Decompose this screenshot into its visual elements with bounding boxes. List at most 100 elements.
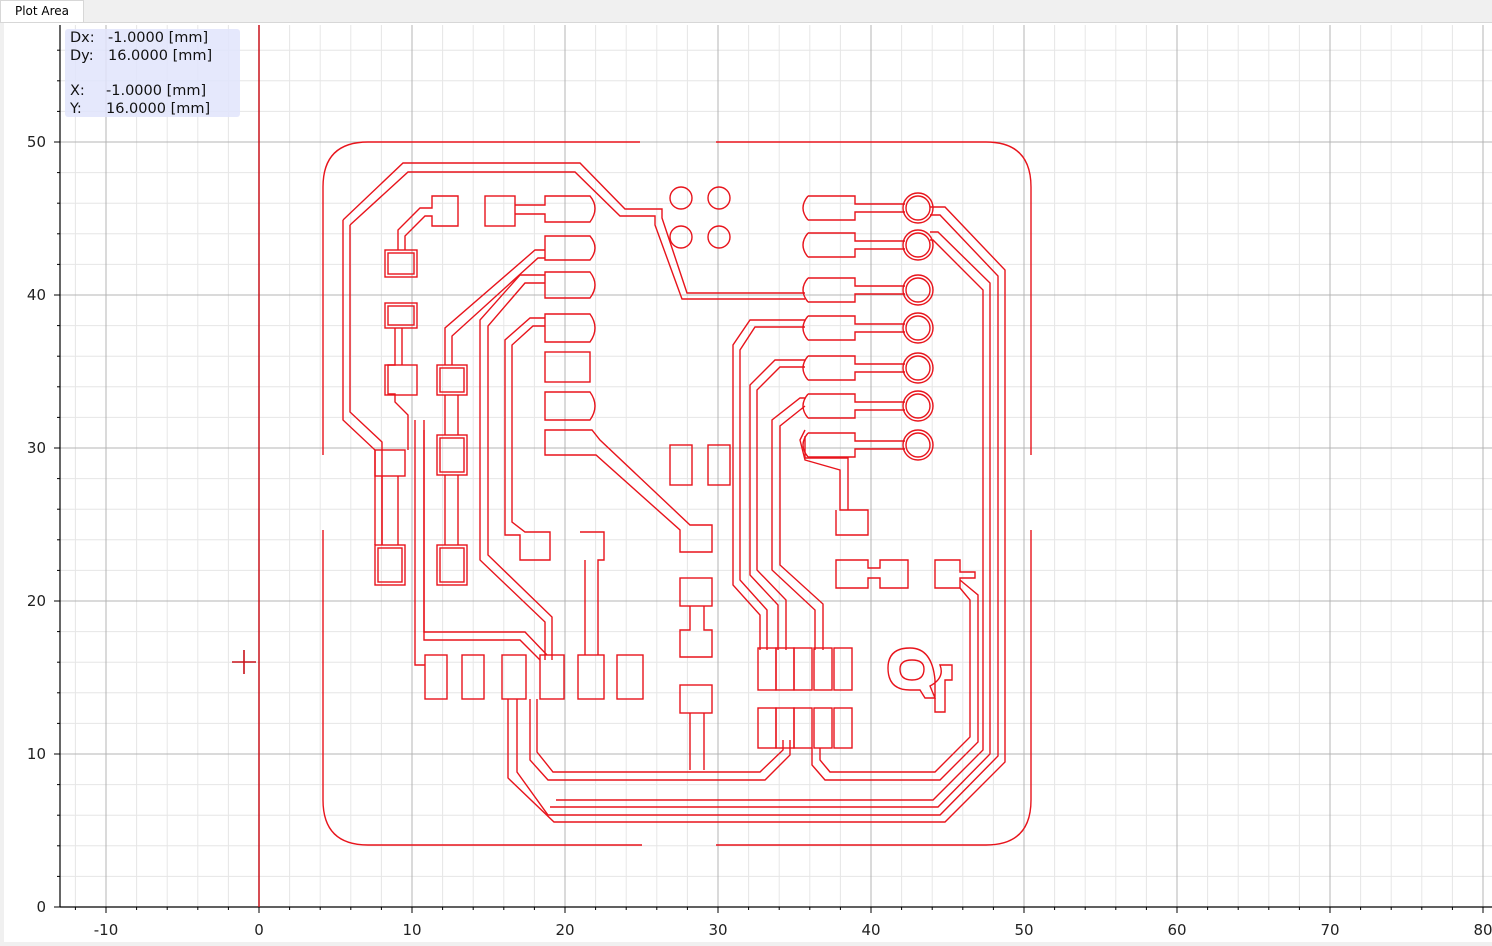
pad xyxy=(802,315,905,341)
trace xyxy=(444,249,545,365)
via xyxy=(669,225,693,249)
pad xyxy=(544,391,596,421)
trace xyxy=(397,195,459,250)
dx-value: -1.0000 [mm] xyxy=(108,30,209,46)
pad xyxy=(387,305,415,326)
pad xyxy=(439,547,465,583)
dy-row: Dy: 16.0000 [mm] xyxy=(70,47,212,65)
y-row: Y: 16.0000 [mm] xyxy=(70,100,210,118)
pad-ring xyxy=(905,232,931,258)
trace xyxy=(556,239,984,801)
pad xyxy=(802,232,905,258)
pad xyxy=(387,252,415,275)
trace xyxy=(536,699,784,773)
pad-ring xyxy=(902,274,934,306)
pad-ring xyxy=(905,355,931,381)
pad-ring xyxy=(902,192,934,224)
pad xyxy=(833,647,853,691)
trace xyxy=(414,420,541,666)
pcb-outline xyxy=(322,141,1032,846)
x-tick-label: 60 xyxy=(1167,921,1186,939)
pad-ring xyxy=(902,352,934,384)
trace xyxy=(487,282,553,660)
pad xyxy=(802,277,905,303)
pad-ring xyxy=(902,429,934,461)
x-tick-label: 10 xyxy=(402,921,421,939)
dx-label: Dx: xyxy=(70,30,95,46)
pad xyxy=(544,235,596,261)
y-tick-label: 0 xyxy=(36,898,46,916)
trace xyxy=(342,220,376,545)
trace xyxy=(504,317,551,561)
x-tick-label: 30 xyxy=(708,921,727,939)
pad xyxy=(813,647,833,691)
x-tick-label: 70 xyxy=(1320,921,1339,939)
pad xyxy=(679,684,713,714)
via xyxy=(707,186,731,210)
pad xyxy=(757,707,777,749)
x-tick-label: -10 xyxy=(94,921,119,939)
pad-ring xyxy=(905,432,931,458)
y-tick-label: 50 xyxy=(27,133,46,151)
x-tick-label: 40 xyxy=(861,921,880,939)
pad xyxy=(757,647,777,691)
trace xyxy=(749,359,805,650)
pcb-plot[interactable]: -10 0 10 20 30 40 50 60 70 80 0 10 20 30 40 50 xyxy=(4,23,1492,942)
pad xyxy=(436,364,468,396)
pad-ring xyxy=(905,393,931,419)
x-tick-label: 80 xyxy=(1473,921,1492,939)
crosshair-icon xyxy=(232,650,256,674)
pad xyxy=(436,434,468,476)
trace xyxy=(689,713,705,770)
pad-ring xyxy=(905,315,931,341)
pad xyxy=(802,355,905,381)
pad xyxy=(813,707,833,749)
y-tick-label: 10 xyxy=(27,745,46,763)
x-tick-label: 0 xyxy=(254,921,264,939)
pad xyxy=(374,449,406,477)
y-tick-label: 30 xyxy=(27,439,46,457)
major-grid xyxy=(60,25,1492,907)
pad xyxy=(436,544,468,586)
x-tick-label: 50 xyxy=(1014,921,1033,939)
trace xyxy=(811,579,979,781)
trace xyxy=(451,257,545,365)
pad xyxy=(484,195,516,227)
via xyxy=(707,225,731,249)
pad xyxy=(802,393,905,419)
y-tick-labels: 0 10 20 30 40 50 xyxy=(27,133,46,916)
pad xyxy=(802,195,905,221)
trace xyxy=(349,225,383,545)
pad xyxy=(544,313,596,343)
x-tick-label: 20 xyxy=(555,921,574,939)
pad xyxy=(802,432,905,458)
pad xyxy=(439,437,465,473)
pad xyxy=(679,577,713,607)
x-label: X: xyxy=(70,83,85,99)
pad-ring xyxy=(902,390,934,422)
pad-ring xyxy=(905,195,931,221)
pad xyxy=(833,707,853,749)
minor-grid xyxy=(60,25,1492,907)
x-tick-labels: -10 0 10 20 30 40 50 60 70 80 xyxy=(94,921,1492,939)
via xyxy=(669,186,693,210)
pad xyxy=(515,195,596,223)
pad-ring xyxy=(905,277,931,303)
tab-plot-area[interactable]: Plot Area xyxy=(0,0,84,22)
x-value: -1.0000 [mm] xyxy=(106,83,207,99)
pad xyxy=(544,271,596,299)
qt-logo xyxy=(887,647,953,713)
pad xyxy=(835,559,909,589)
y-tick-label: 20 xyxy=(27,592,46,610)
y-tick-label: 40 xyxy=(27,286,46,304)
dx-row: Dx: -1.0000 [mm] xyxy=(70,29,208,47)
dy-label: Dy: xyxy=(70,48,94,64)
pad-ring xyxy=(902,312,934,344)
x-row: X: -1.0000 [mm] xyxy=(70,82,206,100)
trace xyxy=(387,328,409,450)
pad-ring xyxy=(902,229,934,261)
plot-area[interactable]: -10 0 10 20 30 40 50 60 70 80 0 10 20 30 40 50 xyxy=(4,23,1492,942)
pad xyxy=(934,559,976,589)
trace xyxy=(381,476,399,545)
board-edge xyxy=(322,530,642,846)
